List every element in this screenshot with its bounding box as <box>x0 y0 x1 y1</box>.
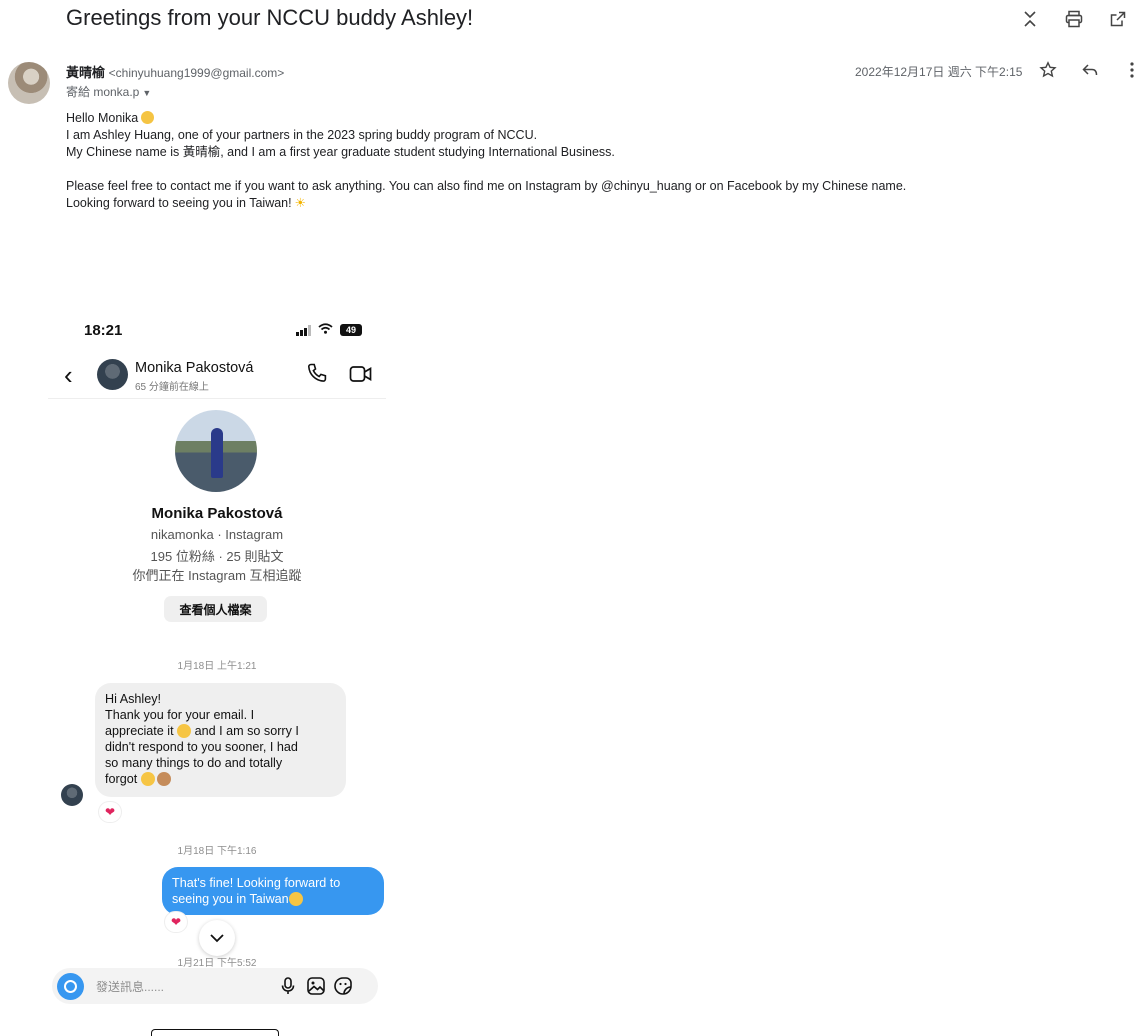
battery-icon: 49 <box>340 324 362 336</box>
see-no-evil-monkey-emoji-icon <box>156 772 171 786</box>
body-line: I am Ashley Huang, one of your partners … <box>66 128 538 142</box>
sticker-icon[interactable] <box>333 976 353 996</box>
camera-icon[interactable] <box>57 973 84 1000</box>
incoming-message-bubble[interactable]: Hi Ashley! Thank you for your email. I a… <box>95 683 346 797</box>
body-closing: Looking forward to seeing you in Taiwan!… <box>66 196 306 210</box>
profile-stats: 195 位粉絲 · 25 則貼文 <box>150 549 284 564</box>
print-icon[interactable] <box>1063 8 1085 30</box>
view-profile-button[interactable]: 查看個人檔案 <box>164 596 267 622</box>
message-input[interactable] <box>94 975 268 999</box>
message-actions <box>1038 60 1142 80</box>
signal-icon <box>296 324 311 336</box>
wink-emoji-icon <box>141 111 155 124</box>
sweat-smile-emoji-icon <box>140 772 155 786</box>
recipient-line[interactable]: 寄給 monka.p ▼ <box>66 83 151 100</box>
chevron-down-icon <box>210 934 224 943</box>
star-icon[interactable] <box>1038 60 1058 80</box>
recipient-text: 寄給 monka.p <box>66 85 140 99</box>
message-line: seeing you in Taiwan <box>172 891 376 907</box>
sender-small-avatar[interactable] <box>61 784 83 806</box>
grin-emoji-icon <box>288 892 303 906</box>
reply-icon[interactable] <box>1080 60 1100 80</box>
sender-name[interactable]: 黃晴榆 <box>66 65 105 80</box>
scroll-down-button[interactable] <box>199 920 235 956</box>
header-divider <box>48 398 386 399</box>
body-line: My Chinese name is 黃晴榆, and I am a first… <box>66 145 615 159</box>
profile-handle: nikamonka · Instagram <box>150 527 284 542</box>
email-subject: Greetings from your NCCU buddy Ashley! <box>66 5 474 30</box>
back-icon[interactable]: ‹ <box>64 360 73 391</box>
message-timestamp: 1月18日 上午1:21 <box>177 661 257 672</box>
open-in-new-window-icon[interactable] <box>1107 8 1129 30</box>
wifi-icon <box>318 323 333 337</box>
outgoing-message-bubble[interactable]: That's fine! Looking forward to seeing y… <box>162 867 384 915</box>
body-greeting: Hello Monika <box>66 110 1126 127</box>
message-line: so many things to do and totally <box>105 756 283 770</box>
smile-emoji-icon <box>177 724 192 738</box>
message-line: That's fine! Looking forward to <box>172 876 341 890</box>
email-top-toolbar <box>1019 8 1129 30</box>
status-bar-time: 18:21 <box>84 322 123 339</box>
message-line: forgot <box>105 771 337 787</box>
profile-photo[interactable] <box>175 410 257 492</box>
chat-active-status: 65 分鐘前在線上 <box>135 382 209 393</box>
sender-line: 黃晴榆 <chinyuhuang1999@gmail.com> <box>66 62 284 81</box>
message-line: Thank you for your email. I <box>105 708 255 722</box>
email-date: 2022年12月17日 週六 下午2:15 <box>855 65 1023 79</box>
chat-avatar[interactable] <box>97 359 128 390</box>
body-line: Please feel free to contact me if you wa… <box>66 179 907 193</box>
message-line: didn't respond to you sooner, I had <box>105 740 298 754</box>
message-line: Hi Ashley! <box>105 692 161 706</box>
heart-reaction-icon[interactable]: ❤ <box>99 802 121 822</box>
status-bar-icons: 49 <box>296 323 362 337</box>
sun-emoji-icon: ☀ <box>294 196 306 210</box>
phone-call-icon[interactable] <box>306 362 328 384</box>
message-timestamp: 1月21日 下午5:52 <box>177 958 257 969</box>
expand-collapse-icon[interactable] <box>1019 8 1041 30</box>
profile-mutual-follow: 你們正在 Instagram 互相追蹤 <box>132 568 302 583</box>
sender-avatar[interactable] <box>8 62 50 104</box>
profile-name: Monika Pakostová <box>151 505 283 522</box>
chevron-down-icon[interactable]: ▼ <box>142 88 151 98</box>
video-call-icon[interactable] <box>349 363 373 385</box>
message-line: appreciate it and I am so sorry I <box>105 724 299 738</box>
more-options-icon[interactable] <box>1122 60 1142 80</box>
message-timestamp: 1月18日 下午1:16 <box>177 846 257 857</box>
gallery-icon[interactable] <box>306 976 326 996</box>
heart-reaction-icon[interactable]: ❤ <box>165 912 187 932</box>
email-body: Hello Monika I am Ashley Huang, one of y… <box>66 110 1126 212</box>
sender-email: <chinyuhuang1999@gmail.com> <box>108 66 285 80</box>
chat-contact-name[interactable]: Monika Pakostová <box>135 360 253 376</box>
microphone-icon[interactable] <box>278 976 298 996</box>
